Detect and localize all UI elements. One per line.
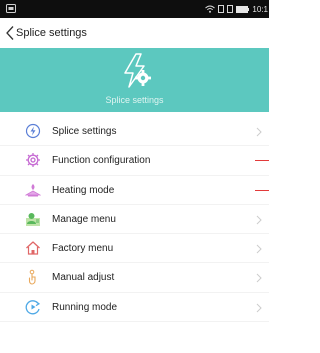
menu-item-label: Factory menu — [52, 243, 114, 255]
menu-item-label: Splice settings — [52, 126, 117, 137]
status-time: 10:1 — [252, 4, 268, 14]
nav-bar: Splice settings — [0, 18, 269, 49]
menu-item-manage-menu[interactable]: Manage menu — [0, 205, 269, 235]
hand-adjust-icon — [28, 270, 36, 286]
menu-item-splice-settings[interactable]: Splice settings — [0, 117, 269, 147]
settings-menu: Splice settings Function configuration H… — [0, 117, 269, 323]
battery-icon — [236, 5, 250, 13]
chevron-right-icon — [256, 215, 262, 225]
status-icons: 10:1 — [205, 0, 269, 18]
lightning-gear-icon — [124, 53, 151, 88]
chevron-right-icon — [256, 274, 262, 283]
heater-icon — [25, 183, 41, 197]
chevron-right-icon — [256, 244, 262, 254]
gear-icon — [26, 153, 40, 168]
menu-item-running-mode[interactable]: Running mode — [0, 293, 269, 323]
sim-icon — [218, 5, 225, 13]
menu-item-label: Heating mode — [52, 184, 115, 196]
menu-item-label: Manage menu — [52, 213, 116, 225]
chevron-right-icon — [256, 303, 262, 313]
running-circle-icon — [25, 299, 41, 315]
page-title: Splice settings — [16, 27, 87, 39]
chevron-right-icon — [256, 127, 262, 137]
lightning-circle-icon — [25, 123, 41, 139]
menu-item-heating-mode[interactable]: Heating mode — [0, 176, 269, 205]
menu-item-manual-adjust[interactable]: Manual adjust — [0, 263, 269, 293]
menu-item-label: Function configuration — [52, 155, 151, 167]
menu-item-label: Manual adjust — [52, 272, 115, 284]
menu-item-factory-menu[interactable]: Factory menu — [0, 234, 269, 264]
user-manage-icon — [26, 212, 40, 226]
notification-icon — [6, 4, 16, 13]
status-bar: 10:1 — [0, 0, 269, 18]
menu-item-function-configuration[interactable]: Function configuration — [0, 146, 269, 176]
red-marker-line — [255, 160, 269, 162]
factory-house-icon — [26, 241, 40, 255]
hero-title: Splice settings — [105, 95, 164, 105]
menu-item-label: Running mode — [52, 301, 118, 313]
sim2-icon — [227, 5, 234, 13]
wifi-icon — [205, 5, 216, 13]
chevron-left-icon[interactable] — [5, 25, 15, 41]
red-marker-line — [255, 189, 269, 191]
hero-banner: Splice settings — [0, 48, 269, 112]
